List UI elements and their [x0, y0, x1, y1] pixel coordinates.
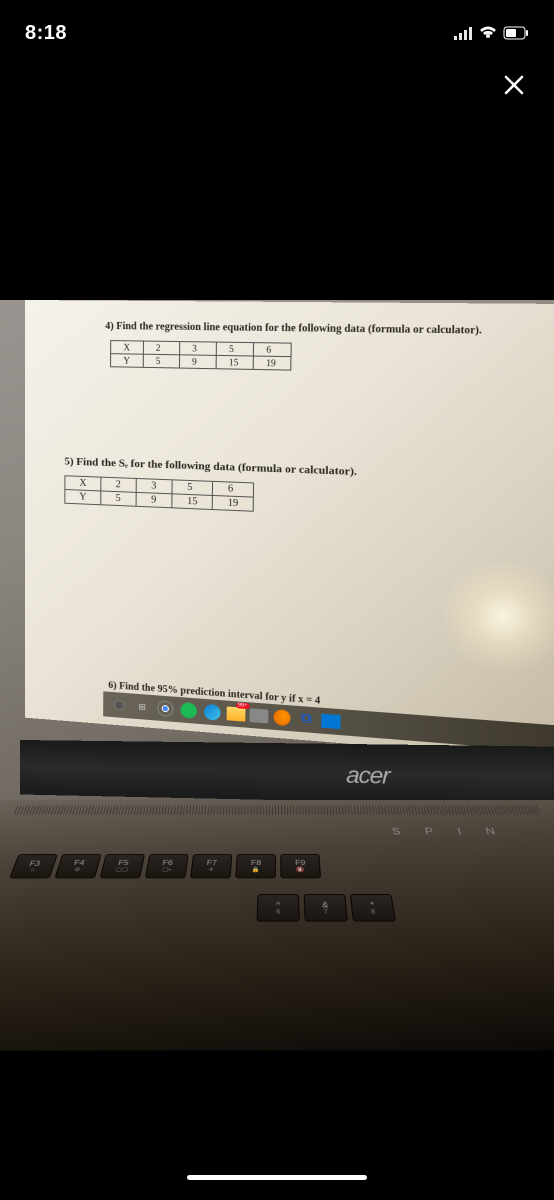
key-f3: F3☼ — [9, 854, 58, 878]
cortana-icon — [109, 696, 129, 715]
key-f4: F4⚙ — [54, 854, 101, 878]
laptop-screen: 4) Find the regression line equation for… — [25, 300, 554, 764]
close-button[interactable] — [499, 70, 529, 100]
key-8: *8 — [350, 894, 396, 922]
status-icons — [453, 26, 529, 40]
battery-icon — [503, 26, 529, 40]
key-f8: F8🔒 — [235, 854, 276, 878]
spin-label: S P I N — [391, 826, 507, 837]
q4-table: X 2 3 5 6 Y 5 9 15 19 — [110, 340, 291, 371]
laptop-keyboard: S P I N F3☼ F4⚙ F5▢▢ F6▢▪ F7✈ F8🔒 F9🔇 ^6… — [0, 800, 554, 1051]
app-icon — [320, 712, 342, 732]
table-row: Y 5 9 15 19 — [111, 354, 291, 370]
photo-content[interactable]: 4) Find the regression line equation for… — [0, 300, 554, 1000]
function-key-row: F3☼ F4⚙ F5▢▢ F6▢▪ F7✈ F8🔒 F9🔇 — [9, 854, 321, 878]
laptop-bezel: acer — [20, 740, 554, 807]
folder-icon: 99+ — [226, 704, 247, 723]
laptop-brand: acer — [346, 762, 390, 790]
mail-icon — [249, 708, 268, 723]
chrome-icon — [155, 699, 175, 718]
question-5: 5) Find the Sₑ for the following data (f… — [35, 455, 554, 526]
speaker-grille — [14, 806, 540, 815]
close-icon — [503, 74, 525, 96]
key-6: ^6 — [257, 894, 300, 922]
key-f7: F7✈ — [190, 854, 232, 878]
question-4: 4) Find the regression line equation for… — [55, 320, 554, 376]
key-f5: F5▢▢ — [99, 854, 145, 878]
folder-badge: 99+ — [236, 702, 250, 709]
key-f9: F9🔇 — [280, 854, 321, 878]
wifi-icon — [479, 26, 497, 40]
task-view-icon: ⊞ — [132, 697, 152, 716]
spotify-icon — [178, 701, 199, 720]
home-indicator[interactable] — [187, 1175, 367, 1180]
q4-text: 4) Find the regression line equation for… — [105, 321, 554, 338]
phone-status-bar: 8:18 — [0, 18, 554, 48]
status-time: 8:18 — [25, 22, 67, 45]
firefox-icon — [271, 708, 292, 727]
q5-table: X 2 3 5 6 Y 5 9 15 19 — [64, 475, 254, 512]
screen-glare — [439, 556, 554, 678]
number-key-row: ^6 &7 *8 — [257, 894, 397, 922]
key-7: &7 — [304, 894, 348, 922]
edge-icon — [202, 703, 223, 722]
dropbox-icon: ⧉ — [296, 710, 318, 730]
key-f6: F6▢▪ — [145, 854, 189, 878]
signal-icon — [453, 26, 473, 40]
